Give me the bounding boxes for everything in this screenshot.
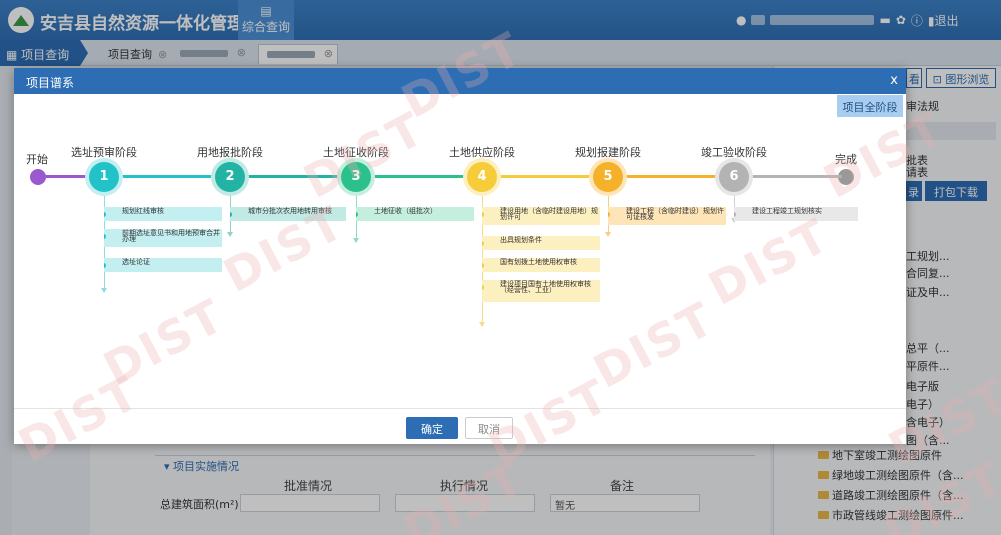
step-item[interactable]: 规划红线审核 xyxy=(104,207,222,221)
stage-node[interactable]: 1 xyxy=(89,162,119,192)
step-dot xyxy=(482,263,484,268)
step-dot xyxy=(608,212,610,217)
all-stages-button[interactable]: 项目全阶段 xyxy=(837,95,903,117)
step-dot xyxy=(104,212,106,217)
stage-title: 竣工验收阶段 xyxy=(701,146,767,159)
stage-node[interactable]: 6 xyxy=(719,162,749,192)
step-label: 建设用地（含临时建设用地）规划许可 xyxy=(500,207,598,221)
timeline-segment xyxy=(372,175,482,178)
step-dot xyxy=(230,212,232,217)
step-item[interactable]: 土地征收（组批次） xyxy=(356,207,474,221)
stage-node[interactable]: 4 xyxy=(467,162,497,192)
step-label: 土地征收（组批次） xyxy=(374,207,437,215)
step-dot xyxy=(482,212,484,217)
step-label: 选址论证 xyxy=(122,258,150,266)
stage-title: 用地报批阶段 xyxy=(197,146,263,159)
stage-node[interactable]: 5 xyxy=(593,162,623,192)
modal-title: 项目谱系 xyxy=(26,76,75,90)
step-dot xyxy=(482,285,484,290)
step-label: 规划红线审核 xyxy=(122,207,164,215)
timeline-segment xyxy=(624,175,734,178)
step-item[interactable]: 建设工程（含临时建设）规划许可证核发 xyxy=(608,207,726,225)
step-item[interactable]: 选址论证 xyxy=(104,258,222,272)
step-item[interactable]: 出具规划条件 xyxy=(482,236,600,250)
stage-title: 土地供应阶段 xyxy=(449,146,515,159)
stage-title: 规划报建阶段 xyxy=(575,146,641,159)
close-icon[interactable]: x xyxy=(890,73,898,88)
start-label: 开始 xyxy=(26,153,48,166)
timeline-segment xyxy=(498,175,608,178)
step-item[interactable]: 国有划拨土地使用权审核 xyxy=(482,258,600,272)
step-label: 建设项目国有土地使用权审核（经营性、工业） xyxy=(500,280,591,294)
step-dot xyxy=(104,234,106,239)
stage-title: 选址预审阶段 xyxy=(71,146,137,159)
step-label: 出具规划条件 xyxy=(500,236,542,244)
step-label: 国有划拨土地使用权审核 xyxy=(500,258,577,266)
step-label: 前期选址意见书和用地预审合并办理 xyxy=(122,229,220,243)
timeline-segment xyxy=(120,175,230,178)
step-item[interactable]: 建设项目国有土地使用权审核（经营性、工业） xyxy=(482,280,600,302)
step-label: 建设工程（含临时建设）规划许可证核发 xyxy=(626,207,724,221)
step-dot xyxy=(734,212,736,217)
step-dot xyxy=(482,241,484,246)
step-item[interactable]: 建设用地（含临时建设用地）规划许可 xyxy=(482,207,600,225)
confirm-button[interactable]: 确定 xyxy=(406,417,458,439)
modal-footer: 确定 取消 xyxy=(14,408,906,444)
step-dot xyxy=(104,263,106,268)
step-item[interactable]: 前期选址意见书和用地预审合并办理 xyxy=(104,229,222,247)
stage-node[interactable]: 2 xyxy=(215,162,245,192)
step-dot xyxy=(356,212,358,217)
